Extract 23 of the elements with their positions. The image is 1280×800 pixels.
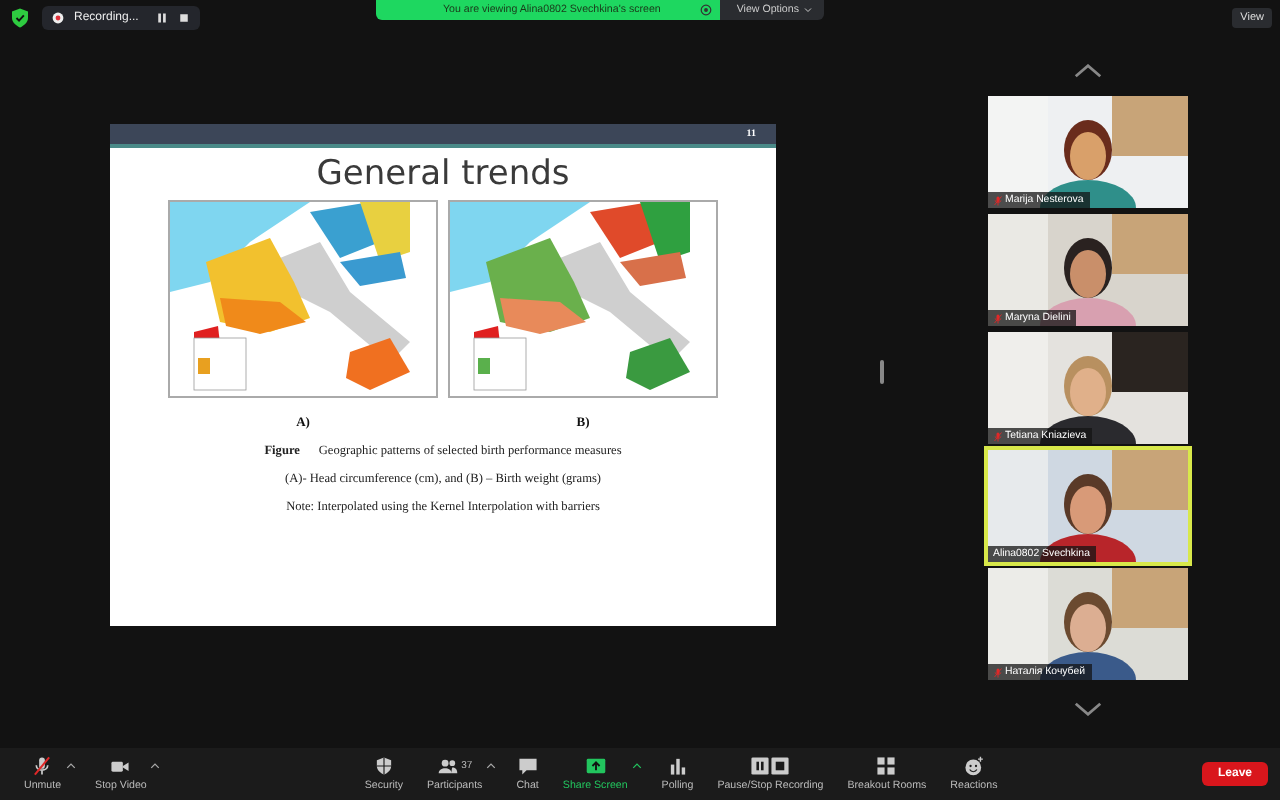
speech-bubble-icon	[517, 756, 538, 776]
bar-chart-icon	[667, 756, 688, 776]
resize-handle[interactable]	[880, 360, 884, 384]
chevron-up-icon[interactable]	[1073, 64, 1101, 78]
record-icon	[52, 12, 64, 24]
video-camera-icon	[110, 756, 131, 776]
pause-stop-icon	[750, 756, 791, 776]
shield-icon[interactable]	[12, 8, 28, 28]
caret-icon[interactable]	[486, 762, 497, 770]
share-screen-icon	[585, 756, 606, 776]
stop-share-icon[interactable]	[700, 4, 713, 16]
caret-icon[interactable]	[802, 0, 825, 20]
caret-icon[interactable]	[631, 762, 642, 770]
people-icon	[437, 756, 458, 776]
grid-icon	[876, 756, 897, 776]
shield-icon	[373, 756, 394, 776]
caret-icon[interactable]	[150, 762, 161, 770]
stop-icon[interactable]	[178, 12, 191, 24]
caret-icon[interactable]	[65, 762, 76, 770]
slide-title: General trends	[316, 154, 570, 194]
smiley-icon	[963, 756, 984, 776]
chevron-down-icon[interactable]	[1073, 702, 1101, 716]
pause-icon[interactable]	[156, 12, 169, 24]
